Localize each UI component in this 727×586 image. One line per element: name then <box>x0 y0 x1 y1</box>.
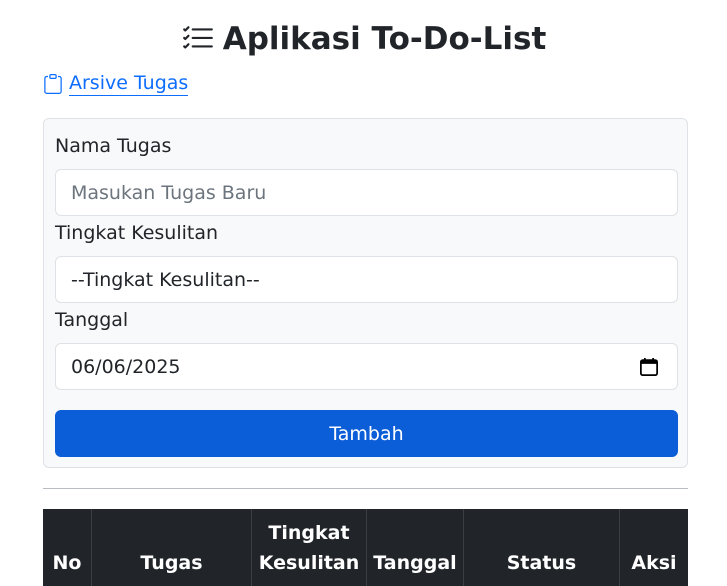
page-title-text: Aplikasi To-Do-List <box>222 21 547 57</box>
table-header-difficulty-line1: Tingkat <box>268 522 350 544</box>
page: Aplikasi To-Do-List Arsive Tugas Nama Tu… <box>0 0 727 586</box>
archive-tasks-label: Arsive Tugas <box>69 72 189 96</box>
table-header-no: No <box>43 509 92 586</box>
table-header-task: Tugas <box>92 509 252 586</box>
table-header-difficulty: Tingkat Kesulitan <box>252 509 367 586</box>
table-header-status: Status <box>464 509 620 586</box>
date-label: Tanggal <box>55 309 129 331</box>
difficulty-label: Tingkat Kesulitan <box>55 222 219 244</box>
table-header-date: Tanggal <box>367 509 464 586</box>
list-check-icon <box>182 26 213 49</box>
add-task-form: Nama Tugas Tingkat Kesulitan --Tingkat K… <box>43 118 688 468</box>
calendar-icon[interactable] <box>639 357 659 377</box>
table-header-action: Aksi <box>631 552 677 574</box>
difficulty-select[interactable]: --Tingkat Kesulitan-- <box>55 256 678 303</box>
clipboard-icon <box>44 74 62 94</box>
page-title: Aplikasi To-Do-List <box>0 18 727 60</box>
add-task-button[interactable]: Tambah <box>55 410 678 457</box>
task-name-input[interactable] <box>55 169 678 216</box>
archive-tasks-link[interactable]: Arsive Tugas <box>43 72 189 96</box>
table-header-row: No Tugas Tingkat Kesulitan Tanggal Statu… <box>43 509 688 586</box>
date-value: 06/06/2025 <box>71 355 181 378</box>
divider <box>43 488 688 489</box>
difficulty-selected-value: --Tingkat Kesulitan-- <box>71 268 260 291</box>
table-header-difficulty-line2: Kesulitan <box>258 552 360 574</box>
task-name-label: Nama Tugas <box>55 135 172 157</box>
date-input[interactable]: 06/06/2025 <box>55 343 678 390</box>
